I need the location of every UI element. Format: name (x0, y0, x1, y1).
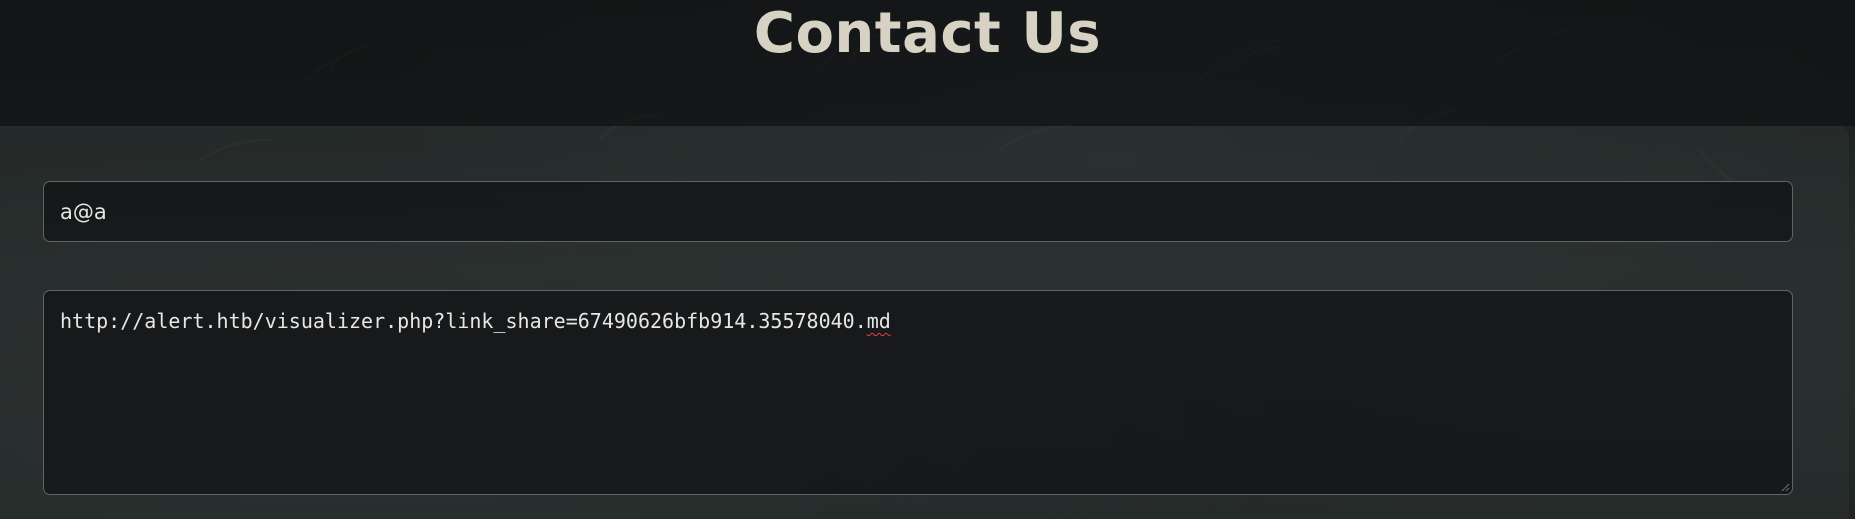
resize-grip-icon[interactable] (1780, 482, 1790, 492)
page-title: Contact Us (753, 1, 1102, 66)
message-textarea[interactable]: http://alert.htb/visualizer.php?link_sha… (43, 290, 1793, 495)
message-text: http://alert.htb/visualizer.php?link_sha… (60, 309, 891, 333)
email-field[interactable] (43, 181, 1793, 242)
message-text-prefix: http://alert.htb/visualizer.php?link_sha… (60, 309, 867, 333)
spellcheck-flagged-word: md (866, 309, 891, 333)
page-header: Contact Us (0, 0, 1855, 126)
